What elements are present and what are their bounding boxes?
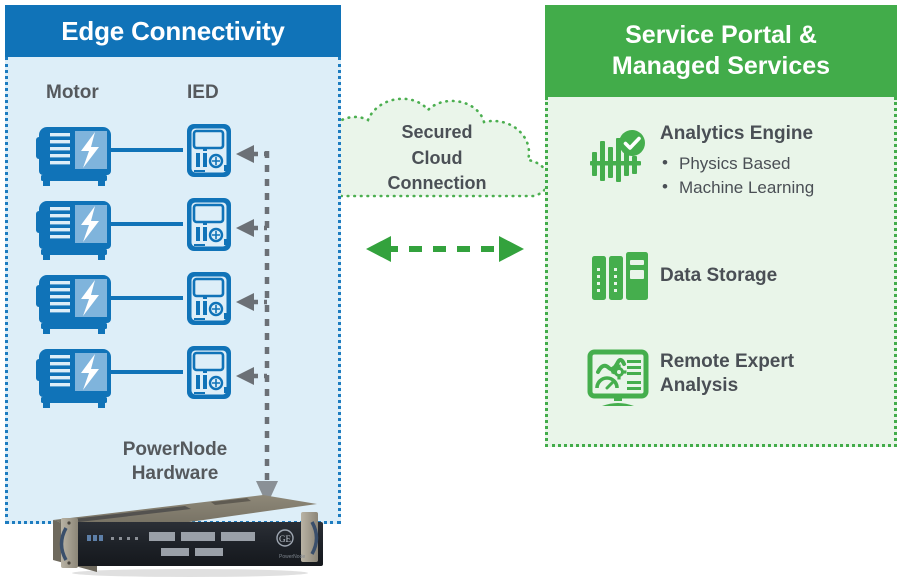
motor-icon (36, 127, 111, 186)
monitor-analysis-icon (587, 349, 649, 406)
dashed-feed-arrow (236, 293, 267, 311)
dashed-feed-arrow (236, 367, 267, 385)
ied-icon (187, 198, 231, 251)
service-portal-panel: Service Portal & Managed Services Analyt… (545, 5, 897, 447)
service-portal-header: Service Portal & Managed Services (545, 5, 897, 97)
bullet-physics-based: Physics Based (660, 151, 814, 176)
powernode-hardware-image: GE PowerNode (53, 495, 323, 577)
device-row (36, 198, 267, 260)
service-item-remote-expert-analysis[interactable]: Remote Expert Analysis (587, 349, 795, 406)
ied-icon (187, 346, 231, 399)
ied-icon (187, 124, 231, 177)
service-portal-title-line1: Service Portal & (625, 20, 817, 49)
powernode-hardware-label: PowerNode Hardware (65, 438, 285, 487)
secured-cloud-connection-label: Secured Cloud Connection (352, 120, 522, 197)
bidirectional-cloud-arrow (366, 236, 524, 262)
device-row (36, 124, 267, 186)
analytics-waveform-check-icon (590, 130, 645, 182)
analytics-engine-bullets: Physics Based Machine Learning (660, 151, 814, 200)
ied-icon (187, 272, 231, 325)
powernode-label-line1: PowerNode (122, 439, 228, 460)
diagram-canvas: Edge Connectivity Motor IED PowerNode Ha… (0, 0, 900, 577)
motor-icon (36, 275, 111, 334)
service-title-remote-expert-line2: Analysis (660, 375, 739, 397)
motor-icon (36, 349, 111, 408)
service-item-data-storage[interactable]: Data Storage (590, 250, 778, 300)
cloud-label-line1: Secured (401, 122, 473, 142)
cloud-label-line3: Connection (387, 173, 487, 194)
edge-connectivity-panel: Edge Connectivity Motor IED PowerNode Ha… (5, 5, 341, 524)
device-row (36, 346, 267, 408)
service-title-data-storage: Data Storage (660, 265, 778, 286)
motor-icon (36, 201, 111, 260)
service-portal-title-line2: Managed Services (611, 52, 831, 80)
bullet-machine-learning: Machine Learning (660, 175, 814, 200)
dashed-feed-arrow (236, 219, 267, 237)
svg-text:GE: GE (279, 534, 291, 544)
device-row (36, 272, 267, 334)
service-title-remote-expert-line1: Remote Expert (660, 351, 795, 372)
server-rack-icon (592, 252, 648, 300)
service-title-analytics-engine: Analytics Engine (660, 123, 814, 144)
powernode-label-line2: Hardware (131, 463, 219, 485)
service-item-analytics-engine[interactable]: Analytics Engine Physics Based Machine L… (590, 122, 814, 201)
dashed-feed-arrow (236, 145, 267, 163)
cloud-label-line2: Cloud (411, 147, 463, 168)
svg-text:PowerNode: PowerNode (279, 554, 305, 560)
